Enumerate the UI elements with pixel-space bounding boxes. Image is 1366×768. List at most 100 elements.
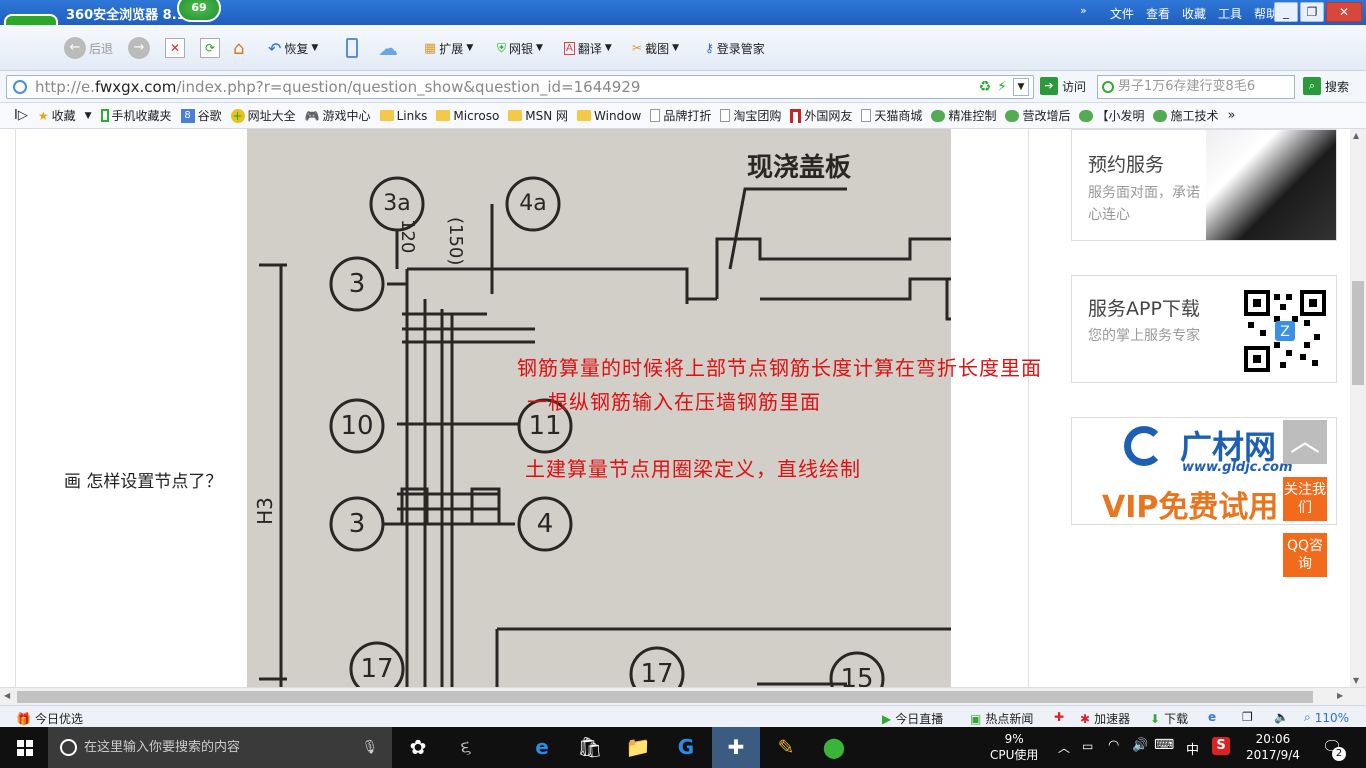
score-badge[interactable]: 69 <box>177 0 221 22</box>
fav-small-invention[interactable]: 【小发明 <box>1079 107 1144 124</box>
url-input[interactable]: http://e.fwxgx.com/index.php?r=question/… <box>6 75 1034 99</box>
fav-mobile[interactable]: 手机收藏夹 <box>100 107 172 124</box>
volume-icon[interactable]: 🔊 <box>1132 738 1148 753</box>
edge-icon[interactable]: e <box>518 727 566 768</box>
keyboard-icon[interactable]: ⌨ <box>1154 737 1174 753</box>
restore-button[interactable]: ↶ 恢复 ▼ <box>268 36 318 60</box>
menu-file[interactable]: 文件 <box>1110 5 1134 22</box>
login-manager-button[interactable]: ⚷ 登录管家 <box>705 36 765 60</box>
tray-expand-icon[interactable]: ︿ <box>1058 739 1070 756</box>
fav-vat-reform[interactable]: 营改增后 <box>1005 107 1070 124</box>
fav-microsoft[interactable]: Microso <box>436 109 499 123</box>
search-input[interactable]: 男子1万6存建行变8毛6 <box>1097 75 1295 99</box>
star-icon: ★ <box>37 108 49 123</box>
ime-indicator[interactable]: 中 <box>1186 739 1199 758</box>
translate-button[interactable]: A 翻译 ▼ <box>564 36 612 60</box>
fav-construction-tech[interactable]: 施工技术 <box>1153 107 1219 124</box>
bank-button[interactable]: ⛨ 网银 ▼ <box>497 36 543 60</box>
fav-taobao-group[interactable]: 淘宝团购 <box>720 107 781 124</box>
360-browser-taskbar-icon[interactable]: ⬤ <box>810 727 858 768</box>
follow-us-button[interactable]: 关注我们 <box>1283 477 1327 521</box>
fav-links[interactable]: Links <box>379 109 427 123</box>
notes-app-icon[interactable]: ✎ <box>762 727 810 768</box>
appointment-card[interactable]: 预约服务 服务面对面，承诺心连心 <box>1071 129 1337 241</box>
visit-button[interactable]: ➔ 访问 <box>1040 77 1086 95</box>
mute-button[interactable]: 🔈 <box>1274 710 1289 724</box>
annotation-line: 钢筋算量的时候将上部节点钢筋长度计算在弯折长度里面 <box>517 356 1042 380</box>
back-to-top-button[interactable]: ︿ <box>1283 420 1327 464</box>
wifi-icon[interactable]: ◠ <box>1108 738 1119 753</box>
url-text[interactable]: http://e.fwxgx.com/index.php?r=question/… <box>35 78 640 96</box>
fav-msn[interactable]: MSN 网 <box>508 107 568 124</box>
menu-tools[interactable]: 工具 <box>1218 5 1242 22</box>
extend-button[interactable]: ▦ 扩展 ▼ <box>424 36 473 60</box>
more-favorites-icon[interactable]: » <box>1228 108 1236 123</box>
fav-tmall[interactable]: 天猫商城 <box>861 107 922 124</box>
mobile-button[interactable] <box>346 36 358 60</box>
reload-icon[interactable]: ♻ <box>979 79 992 95</box>
qq-consult-button[interactable]: QQ咨询 <box>1283 533 1327 577</box>
url-dropdown-icon[interactable]: ▼ <box>1013 78 1029 96</box>
page-icon <box>650 109 661 122</box>
vertical-scroll-thumb[interactable] <box>1352 281 1364 385</box>
ie-mode-button[interactable]: e <box>1208 710 1216 724</box>
fav-brand-discount[interactable]: 品牌打折 <box>650 107 711 124</box>
microphone-icon[interactable]: 🎙 <box>361 727 378 768</box>
maximize-button[interactable]: ❐ <box>1300 2 1324 22</box>
cross-app-icon[interactable]: ✚ <box>712 727 760 768</box>
fav-collect[interactable]: ★ 收藏 ▼ <box>38 107 92 124</box>
live-button[interactable]: ▶ 今日直播 <box>882 710 943 727</box>
scroll-right-icon[interactable]: ▶ <box>1337 691 1343 700</box>
taskview-app-icon[interactable]: ✿ <box>394 727 442 768</box>
sogou-ime-icon[interactable]: S <box>1212 737 1230 755</box>
horizontal-scroll-thumb[interactable] <box>17 691 1313 703</box>
start-button[interactable] <box>0 727 48 768</box>
system-clock[interactable]: 20:06 2017/9/4 <box>1246 731 1300 763</box>
zoom-button[interactable]: ⌕ 110% <box>1304 710 1349 725</box>
battery-icon[interactable]: ▭ <box>1082 739 1093 753</box>
horizontal-scrollbar[interactable]: ◀ ▶ <box>0 687 1366 705</box>
window-mode-button[interactable]: ❐ <box>1242 710 1253 724</box>
speed-mode-icon[interactable]: ⚡ <box>997 79 1007 95</box>
back-button[interactable]: ← 后退 <box>64 36 113 60</box>
swirl-app-icon[interactable]: ૬ <box>442 727 490 768</box>
vertical-scrollbar[interactable]: ▲ ▼ <box>1350 129 1366 687</box>
fav-windows[interactable]: Window <box>577 109 641 123</box>
minimize-button[interactable]: _ <box>1274 2 1298 22</box>
accelerator-button[interactable]: ✱ 加速器 <box>1080 710 1130 727</box>
circle-label: 10 <box>340 411 374 441</box>
scroll-down-icon[interactable]: ▼ <box>1353 676 1359 685</box>
fav-games[interactable]: 🎮 游戏中心 <box>305 107 371 124</box>
close-button[interactable]: ✕ <box>1326 2 1362 22</box>
fav-google[interactable]: 8 谷歌 <box>180 107 222 124</box>
hot-news-button[interactable]: ▣ 热点新闻 <box>970 710 1033 727</box>
download-button[interactable]: ⬇ 下载 <box>1150 710 1188 727</box>
taskbar-search-input[interactable]: 在这里输入你要搜索的内容 🎙 <box>48 727 392 768</box>
bubble-icon <box>1079 109 1094 122</box>
menu-expand-icon[interactable]: » <box>1080 4 1087 17</box>
cpu-meter[interactable]: 9% CPU使用 <box>990 731 1038 763</box>
action-center-button[interactable]: 🗨 2 <box>1322 737 1346 761</box>
scroll-up-icon[interactable]: ▲ <box>1353 131 1359 140</box>
sidebar-toggle-icon[interactable]: I▷ <box>14 108 28 123</box>
doctor-button[interactable]: ✚ <box>1054 710 1064 724</box>
forward-button[interactable]: → <box>128 36 150 60</box>
cloud-button[interactable]: ☁ <box>378 36 398 60</box>
menu-favorites[interactable]: 收藏 <box>1182 5 1206 22</box>
screenshot-button[interactable]: ✂ 截图 ▼ <box>632 36 679 60</box>
fav-precise-control[interactable]: 精准控制 <box>931 107 996 124</box>
scroll-left-icon[interactable]: ◀ <box>4 691 10 700</box>
navigation-toolbar: ← 后退 → ✕ ⟳ ⌂ ↶ 恢复 ▼ ☁ ▦ 扩展 ▼ ⛨ 网银 ▼ A 翻译… <box>0 25 1366 71</box>
search-button[interactable]: ⌕ 搜索 <box>1303 77 1349 95</box>
menu-view[interactable]: 查看 <box>1146 5 1170 22</box>
g-app-icon[interactable]: G <box>662 727 710 768</box>
stop-button[interactable]: ✕ <box>165 36 185 60</box>
app-download-card[interactable]: 服务APP下载 您的掌上服务专家 Z <box>1071 275 1337 383</box>
today-pick-button[interactable]: 🎁 今日优选 <box>16 710 83 727</box>
fav-directory[interactable]: + 网址大全 <box>230 107 296 124</box>
home-button[interactable]: ⌂ <box>233 36 244 60</box>
store-icon[interactable]: 🛍 <box>566 727 614 768</box>
fav-foreign-netizens[interactable]: 外国网友 <box>790 107 852 124</box>
file-explorer-icon[interactable]: 📁 <box>614 727 662 768</box>
refresh-button[interactable]: ⟳ <box>200 36 220 60</box>
